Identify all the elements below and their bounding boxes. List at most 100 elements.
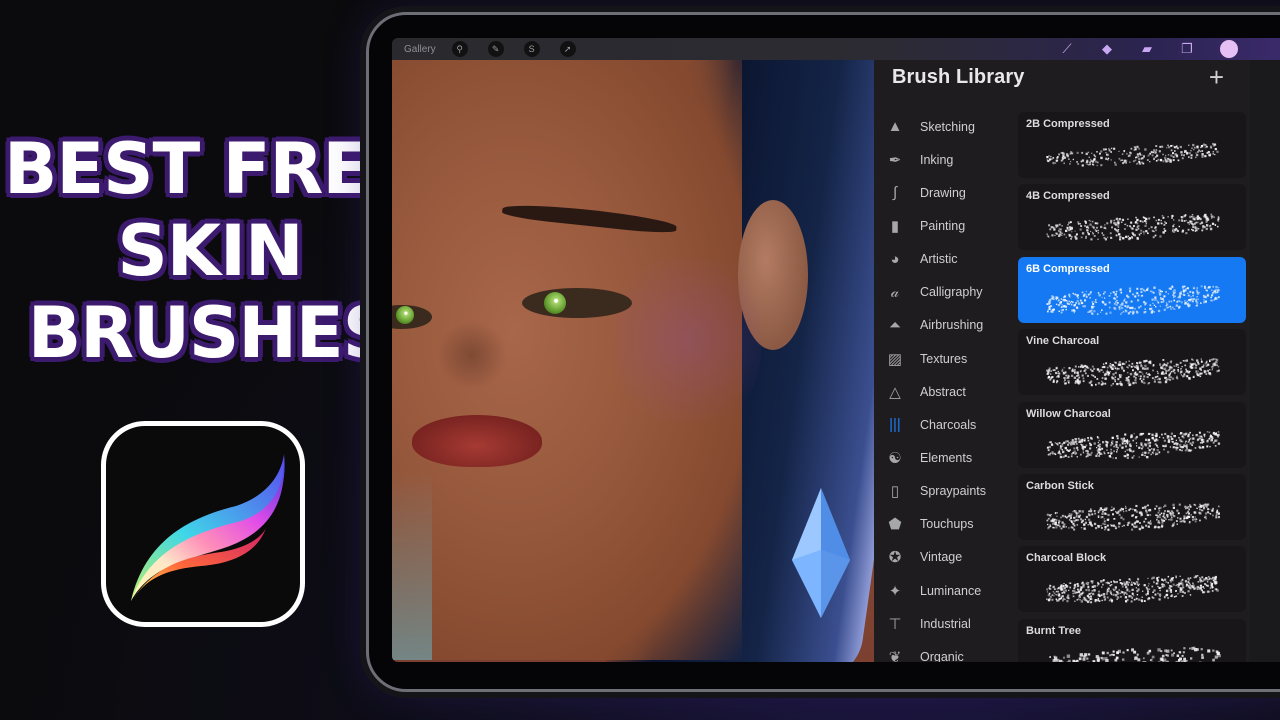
category-label: Elements: [920, 450, 973, 465]
painting-lips: [412, 415, 542, 467]
brush-item[interactable]: Carbon Stick: [1018, 473, 1246, 540]
squiggle-icon: ∫: [892, 184, 898, 202]
transform-arrow-icon[interactable]: ➚: [559, 41, 576, 57]
category-inking[interactable]: ✒ Inking: [884, 143, 1019, 176]
spray-can-icon: ▯: [890, 483, 900, 501]
pencil-tip-icon: ▲: [887, 118, 903, 136]
category-spraypaints[interactable]: ▯ Spraypaints: [884, 475, 1019, 508]
category-label: Industrial: [920, 616, 971, 631]
eraser-icon[interactable]: ▰: [1140, 42, 1154, 56]
brush-library-title: Brush Library: [892, 66, 1025, 88]
smudge-icon[interactable]: ◆: [1100, 42, 1114, 56]
leaf-icon: ❦: [888, 648, 902, 662]
category-label: Spraypaints: [920, 484, 987, 499]
brush-name: Charcoal Block: [1026, 552, 1107, 565]
category-label: Inking: [920, 152, 954, 167]
category-label: Abstract: [920, 384, 966, 399]
brush-name: 4B Compressed: [1026, 190, 1110, 203]
brush-list: 2B Compressed 4B Compressed 6B Compressed V…: [1018, 112, 1246, 662]
category-painting[interactable]: ▮ Painting: [884, 209, 1019, 242]
touchup-brush-icon: ⬟: [888, 516, 902, 534]
gallery-button[interactable]: Gallery: [404, 44, 436, 55]
category-airbrushing[interactable]: ⏶ Airbrushing: [884, 309, 1019, 342]
brush-name: 6B Compressed: [1026, 262, 1110, 275]
category-abstract[interactable]: △ Abstract: [884, 375, 1019, 408]
category-label: Airbrushing: [920, 318, 984, 333]
category-industrial[interactable]: ⊤ Industrial: [884, 607, 1019, 640]
headline-line-3: BRUSHES: [27, 292, 393, 374]
thumbnail-headline: BEST FREE SKIN BRUSHES: [0, 128, 420, 374]
brush-stroke-preview: [1046, 285, 1220, 315]
brush-item[interactable]: 6B Compressed: [1018, 256, 1246, 323]
category-label: Sketching: [920, 119, 975, 134]
painting-eye-right: [522, 288, 632, 318]
palette-icon: ◕: [890, 250, 900, 268]
category-elements[interactable]: ☯ Elements: [884, 441, 1019, 474]
yin-yang-icon: ☯: [888, 449, 902, 467]
brush-name: Burnt Tree: [1026, 624, 1082, 637]
brush-icon[interactable]: ⟋: [1060, 42, 1074, 56]
wrench-icon[interactable]: ⚲: [451, 41, 468, 57]
category-sketching[interactable]: ▲ Sketching: [884, 110, 1019, 143]
crystal-earring: [792, 488, 850, 618]
brush-item[interactable]: Charcoal Block: [1018, 546, 1246, 613]
category-vintage[interactable]: ✪ Vintage: [884, 541, 1019, 574]
headline-line-2: SKIN: [117, 210, 303, 292]
category-drawing[interactable]: ∫ Drawing: [884, 176, 1019, 209]
brush-item[interactable]: 2B Compressed: [1018, 112, 1246, 178]
paintbrush-icon: ▮: [890, 217, 900, 235]
procreate-app-icon: [101, 421, 305, 627]
category-label: Vintage: [920, 550, 963, 565]
category-label: Organic: [920, 649, 964, 662]
brush-stroke-preview: [1046, 575, 1219, 604]
category-label: Drawing: [920, 185, 966, 200]
top-toolbar: Gallery ⚲ ✎ S ➚ ⟋ ◆ ▰ ❐: [392, 38, 1280, 60]
brush-library-panel: Brush Library + ▲ Sketching ✒ Inking ∫ Drawin…: [874, 60, 1250, 662]
texture-stripes-icon: ▨: [887, 350, 903, 368]
category-touchups[interactable]: ⬟ Touchups: [884, 508, 1019, 541]
category-organic[interactable]: ❦ Organic: [884, 640, 1019, 662]
category-label: Charcoals: [920, 417, 977, 432]
procreate-feather-icon: [131, 454, 285, 601]
category-label: Touchups: [920, 517, 974, 532]
brush-name: 2B Compressed: [1026, 118, 1110, 130]
brush-name: Willow Charcoal: [1026, 407, 1111, 420]
painting-canvas[interactable]: [392, 60, 874, 662]
category-calligraphy[interactable]: 𝒶 Calligraphy: [884, 276, 1019, 309]
category-label: Calligraphy: [920, 285, 983, 300]
add-brush-set-button[interactable]: +: [1209, 64, 1224, 90]
charcoal-bars-icon: |||: [889, 416, 901, 434]
color-picker-button[interactable]: [1220, 40, 1238, 58]
brush-item[interactable]: Burnt Tree: [1018, 618, 1246, 662]
brush-stroke-preview: [1046, 503, 1220, 531]
brush-item[interactable]: Vine Charcoal: [1018, 329, 1246, 396]
brush-stroke-preview: [1046, 142, 1219, 167]
airbrush-icon: ⏶: [888, 316, 901, 334]
star-circle-icon: ✪: [888, 549, 902, 567]
pen-nib-icon: ✒: [888, 151, 902, 169]
category-luminance[interactable]: ✦ Luminance: [884, 574, 1019, 607]
brush-stroke-preview: [1046, 430, 1221, 459]
layers-icon[interactable]: ❐: [1180, 42, 1194, 56]
procreate-screen: Gallery ⚲ ✎ S ➚ ⟋ ◆ ▰ ❐ Brush Library + …: [392, 38, 1280, 662]
brush-item[interactable]: 4B Compressed: [1018, 184, 1246, 251]
magic-wand-icon[interactable]: ✎: [487, 41, 504, 57]
brush-category-list: ▲ Sketching ✒ Inking ∫ Drawing ▮ Painting ◕ Artis…: [884, 110, 1019, 662]
category-charcoals[interactable]: ||| Charcoals: [884, 408, 1019, 441]
category-label: Artistic: [920, 252, 958, 267]
category-textures[interactable]: ▨ Textures: [884, 342, 1019, 375]
headline-line-1: BEST FREE: [3, 128, 417, 210]
brush-stroke-preview: [1046, 213, 1220, 241]
brush-name: Carbon Stick: [1026, 479, 1094, 492]
brush-item[interactable]: Willow Charcoal: [1018, 401, 1246, 468]
triangle-icon: △: [889, 383, 901, 401]
category-artistic[interactable]: ◕ Artistic: [884, 243, 1019, 276]
brush-stroke-preview: [1049, 646, 1221, 662]
category-label: Painting: [920, 218, 966, 233]
selection-icon[interactable]: S: [523, 41, 540, 57]
category-label: Luminance: [920, 583, 982, 598]
calligraphy-a-icon: 𝒶: [890, 283, 900, 301]
brush-stroke-preview: [1046, 358, 1220, 387]
brush-name: Vine Charcoal: [1026, 335, 1100, 348]
anvil-icon: ⊤: [888, 615, 902, 633]
